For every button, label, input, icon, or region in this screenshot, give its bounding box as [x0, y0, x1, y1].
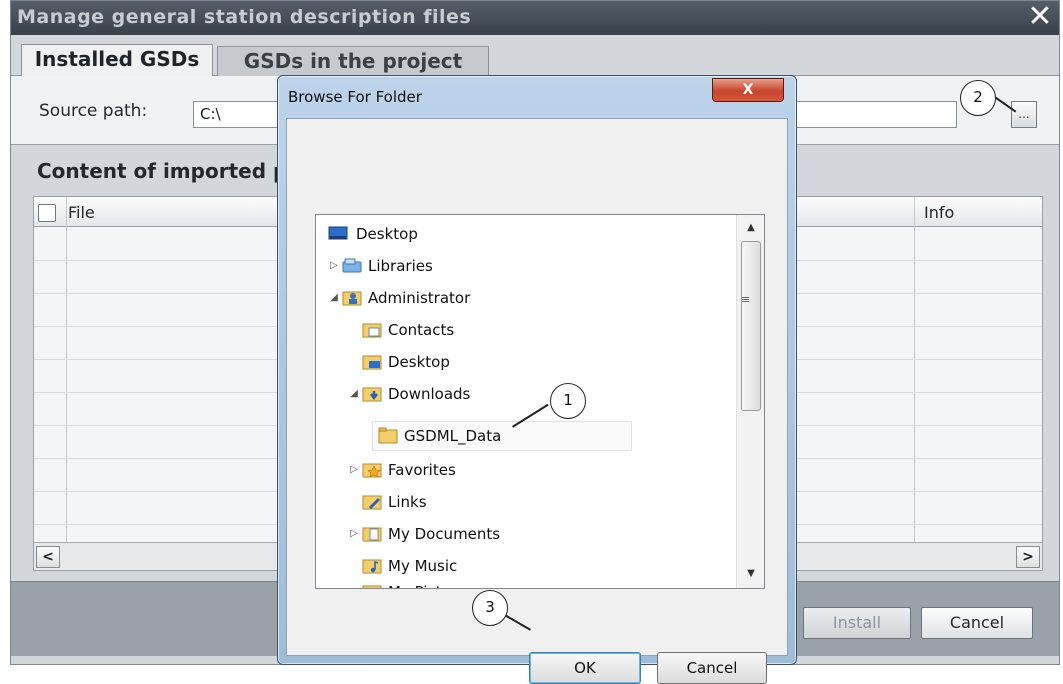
- column-header-file[interactable]: File: [68, 203, 95, 222]
- pictures-folder-icon: [362, 585, 382, 588]
- music-folder-icon: [362, 559, 382, 574]
- scroll-down-icon[interactable]: ▼: [741, 565, 761, 583]
- scroll-left-icon[interactable]: <: [36, 546, 60, 568]
- column-header-info[interactable]: Info: [924, 203, 954, 222]
- source-path-label: Source path:: [39, 101, 148, 121]
- callout-1: 1: [550, 383, 586, 419]
- collapse-icon[interactable]: ◢: [348, 379, 360, 409]
- tree-item-label: Desktop: [356, 225, 418, 243]
- favorites-folder-icon: [362, 463, 382, 478]
- tree-item-label: GSDML_Data: [404, 427, 502, 445]
- downloads-folder-icon: [362, 387, 382, 402]
- links-folder-icon: [362, 495, 382, 510]
- dialog-cancel-button[interactable]: Cancel: [657, 652, 767, 684]
- install-button[interactable]: Install: [803, 607, 911, 639]
- user-folder-icon: [342, 291, 362, 306]
- folder-icon: [378, 427, 398, 444]
- select-all-checkbox[interactable]: [38, 204, 56, 222]
- scroll-up-icon[interactable]: ▲: [741, 219, 761, 237]
- content-heading: Content of imported pa: [37, 159, 301, 183]
- libraries-icon: [342, 258, 362, 273]
- tab-installed-gsds[interactable]: Installed GSDs: [21, 44, 213, 76]
- dialog-body: Desktop ▷ Libraries ◢ Administrator Cont…: [286, 118, 788, 684]
- tab-gsds-in-project[interactable]: GSDs in the project: [217, 46, 489, 76]
- title-bar: Manage general station description files…: [11, 1, 1059, 35]
- callout-2: 2: [960, 80, 996, 116]
- tree-item-label: My Pictures: [388, 577, 474, 588]
- callout-3: 3: [472, 590, 508, 626]
- expand-icon[interactable]: ▷: [348, 519, 360, 549]
- close-icon[interactable]: ✕: [1025, 2, 1055, 33]
- tree-item-label: Desktop: [388, 353, 450, 371]
- window-title: Manage general station description files: [17, 6, 472, 28]
- tree-item-label: Administrator: [368, 289, 471, 307]
- desktop-folder-icon: [362, 355, 382, 370]
- tree-item-label: Links: [388, 493, 427, 511]
- dialog-close-icon[interactable]: X: [712, 78, 784, 102]
- tree-item-label: Contacts: [388, 321, 455, 339]
- browse-for-folder-dialog: Browse For Folder X Desktop ▷ Libraries …: [277, 75, 797, 684]
- grip-icon: ≡: [741, 293, 751, 306]
- tree-vertical-scrollbar[interactable]: ▲ ≡ ▼: [736, 215, 764, 588]
- collapse-icon[interactable]: ◢: [328, 283, 340, 313]
- expand-icon[interactable]: ▷: [328, 251, 340, 281]
- expand-icon[interactable]: ▷: [348, 455, 360, 485]
- ok-button[interactable]: OK: [529, 652, 641, 684]
- tree-item-label: Downloads: [388, 385, 471, 403]
- tree-item-label: Favorites: [388, 461, 456, 479]
- contacts-folder-icon: [362, 323, 382, 338]
- tree-item-label: Libraries: [368, 257, 433, 275]
- scroll-right-icon[interactable]: >: [1016, 546, 1040, 568]
- scroll-thumb[interactable]: [741, 241, 761, 411]
- dialog-title: Browse For Folder: [288, 88, 422, 106]
- desktop-icon: [328, 226, 348, 240]
- documents-folder-icon: [362, 527, 382, 542]
- cancel-button[interactable]: Cancel: [921, 607, 1033, 639]
- tree-item-label: My Documents: [388, 525, 501, 543]
- folder-tree[interactable]: Desktop ▷ Libraries ◢ Administrator Cont…: [315, 214, 765, 589]
- browse-button[interactable]: ...: [1011, 101, 1037, 128]
